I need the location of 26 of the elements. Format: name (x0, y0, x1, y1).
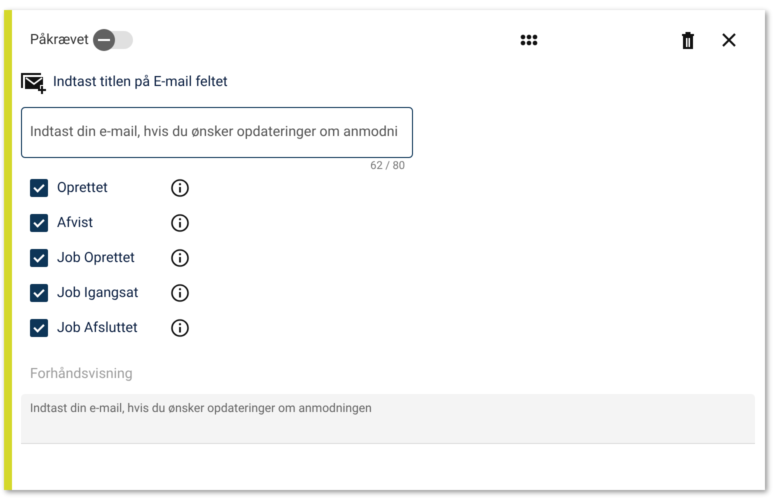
checkbox[interactable] (30, 319, 48, 337)
preview-box: Indtast din e-mail, hvis du ønsker opdateringer om anmodningen (21, 394, 755, 444)
preview-label: Forhåndsvisning (30, 365, 134, 384)
email-add-icon (21, 70, 47, 94)
drag-handle-icon[interactable] (520, 34, 538, 46)
checkbox[interactable] (30, 214, 48, 232)
required-label: Påkrævet (30, 30, 89, 50)
character-counter: 62 / 80 (370, 158, 405, 172)
checkbox[interactable] (30, 284, 48, 302)
email-input-field[interactable]: Indtast din e-mail, hvis du ønsker opdateringer om anmodni (21, 107, 413, 158)
option-label: Afvist (57, 214, 94, 232)
checkbox[interactable] (30, 249, 48, 267)
option-label: Job Igangsat (57, 284, 140, 302)
info-icon[interactable] (171, 179, 189, 197)
info-icon[interactable] (171, 249, 189, 267)
info-icon[interactable] (171, 214, 189, 232)
option-label: Oprettet (57, 178, 109, 198)
option-label: Job Oprettet (57, 248, 136, 268)
required-toggle[interactable] (92, 31, 133, 49)
delete-icon[interactable] (681, 31, 695, 49)
close-icon[interactable] (721, 32, 737, 48)
field-title: Indtast titlen på E-mail feltet (53, 72, 228, 92)
info-icon[interactable] (171, 284, 189, 302)
option-label: Job Afsluttet (57, 318, 139, 338)
checkbox[interactable] (30, 179, 48, 197)
info-icon[interactable] (171, 319, 189, 337)
